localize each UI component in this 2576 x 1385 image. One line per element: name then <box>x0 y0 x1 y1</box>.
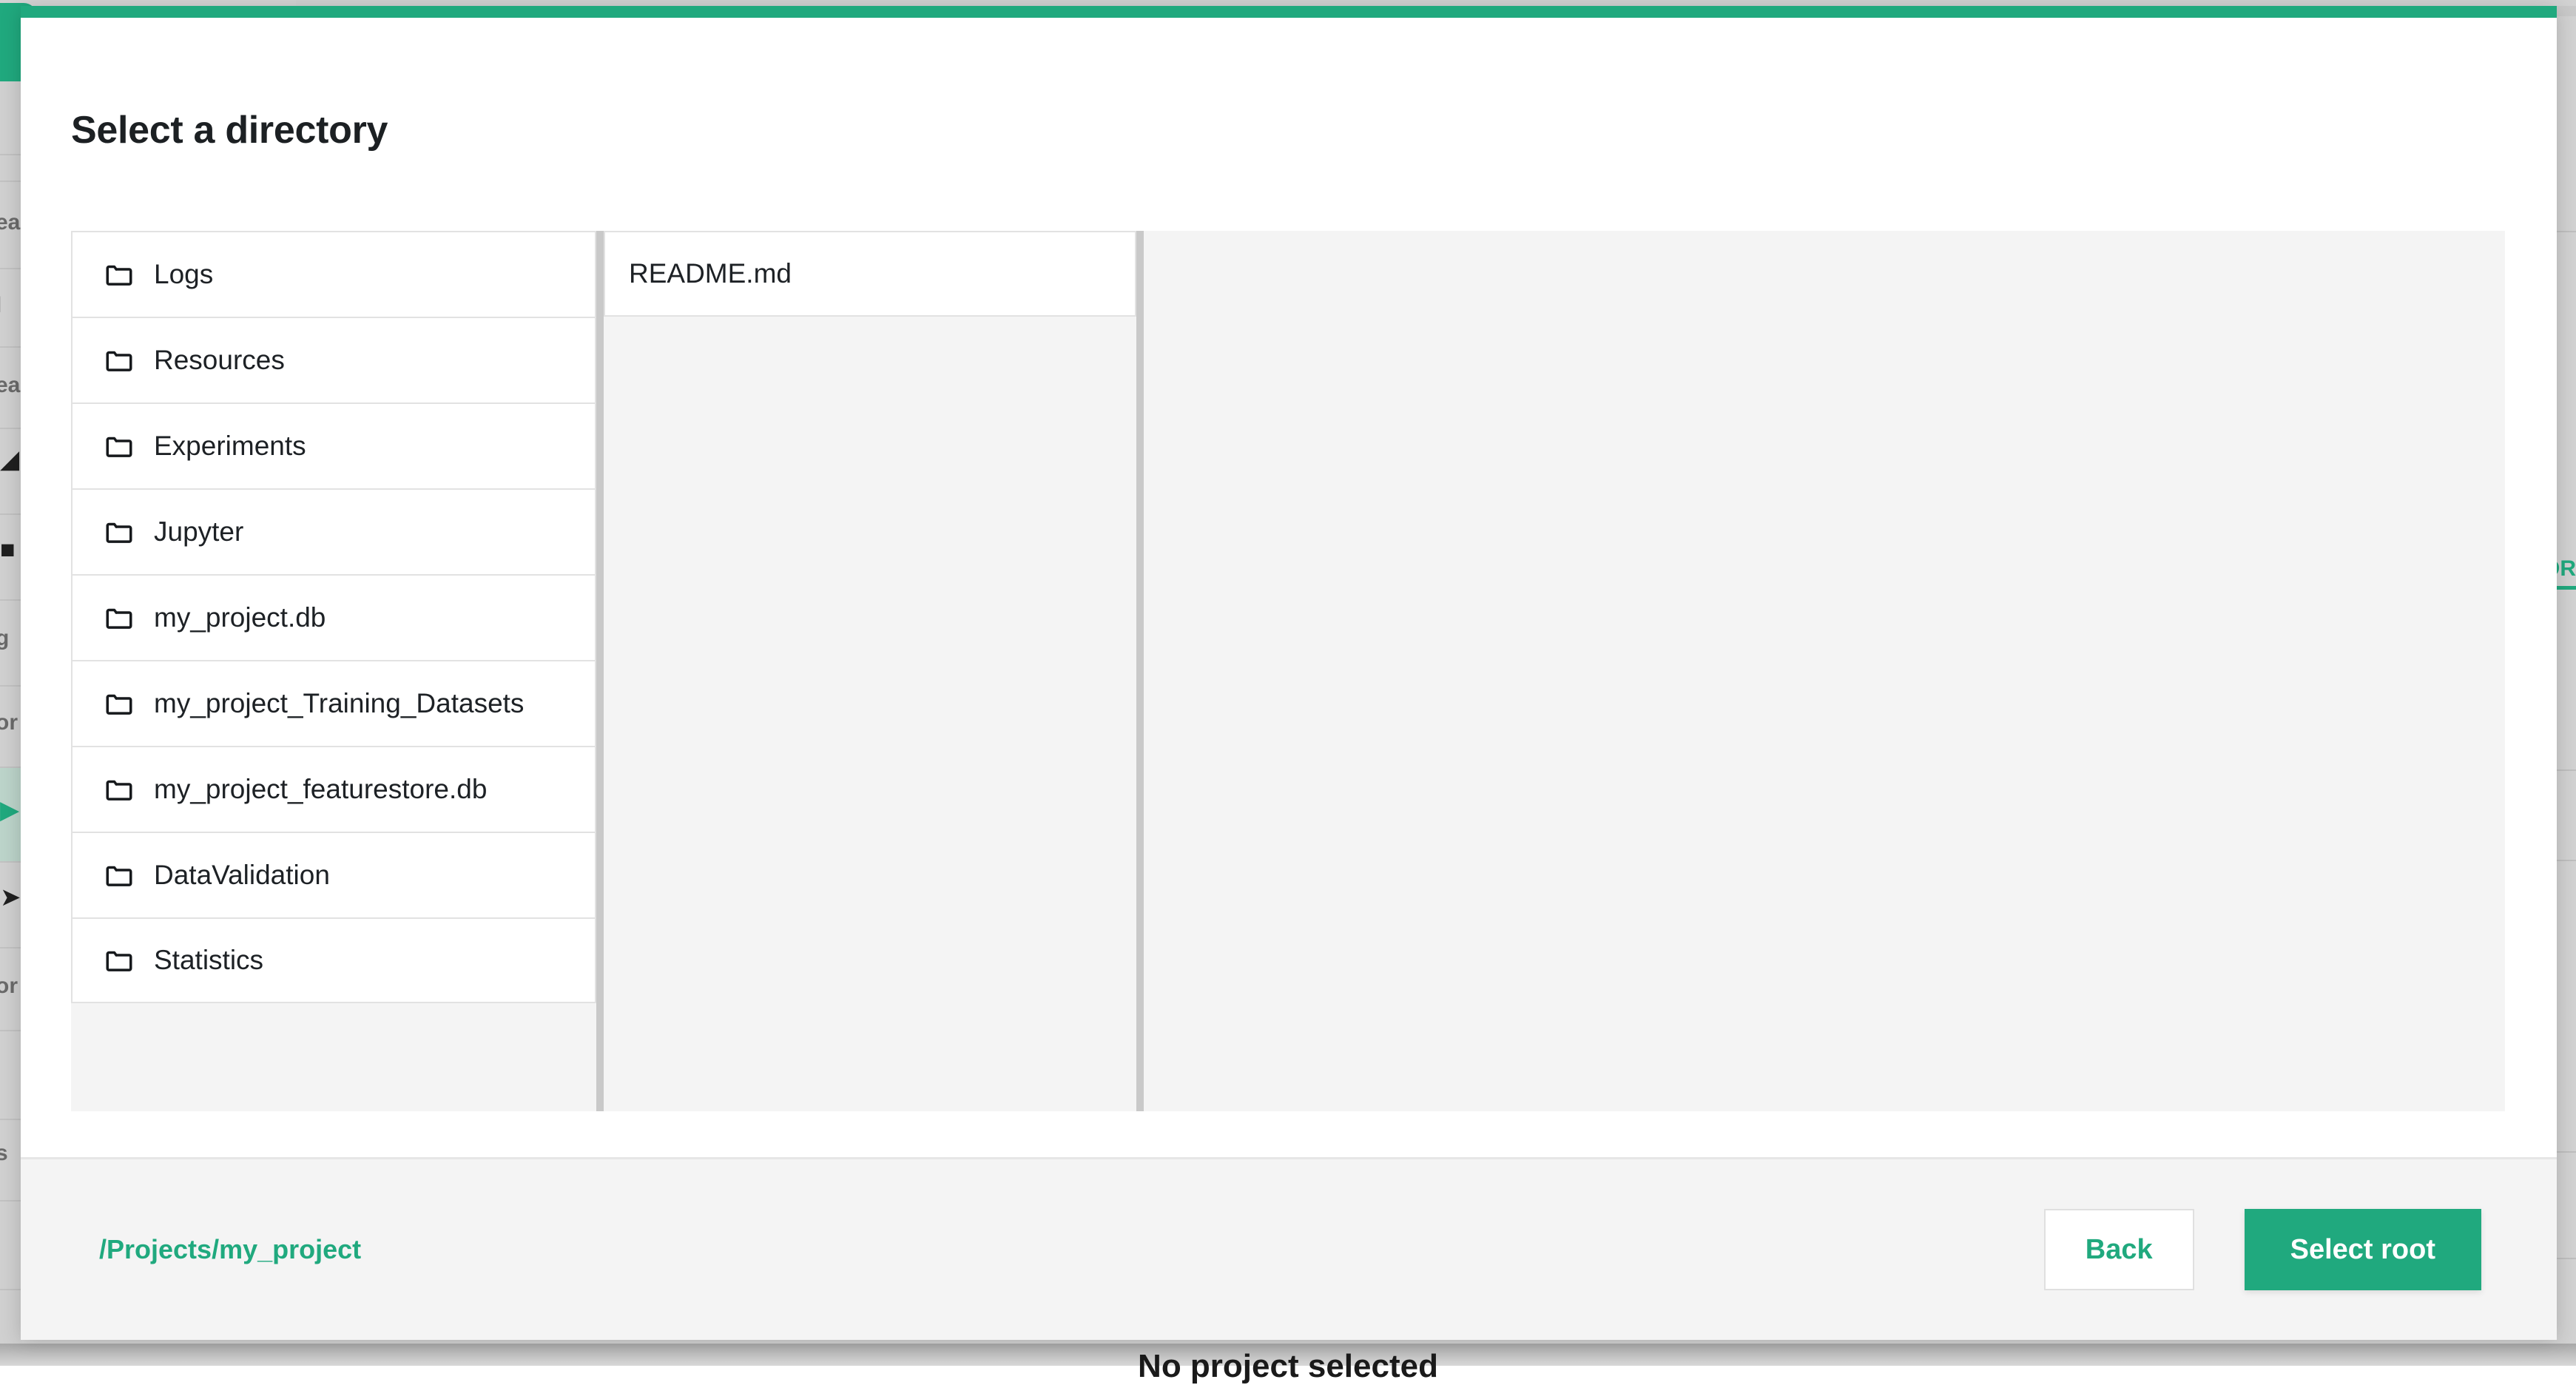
background-sidebar-row: l <box>0 269 22 348</box>
directory-name: DataValidation <box>154 860 330 890</box>
folder-icon <box>104 259 154 290</box>
background-sidebar-row <box>0 81 22 155</box>
directory-name: Resources <box>154 345 285 375</box>
background-sidebar-fragment: g <box>0 627 9 650</box>
directory-row[interactable]: Jupyter <box>71 488 596 574</box>
background-sidebar-row: ea <box>0 348 22 429</box>
folder-icon <box>104 860 154 891</box>
column-divider <box>596 231 604 1111</box>
background-sidebar-row: g <box>0 601 22 687</box>
folder-icon <box>104 516 154 547</box>
directory-row[interactable]: my_project_featurestore.db <box>71 746 596 832</box>
directory-row[interactable]: Logs <box>71 231 596 317</box>
background-sidebar-fragment: ea <box>0 373 21 397</box>
background-bottom-heading: No project selected <box>1138 1348 1438 1384</box>
background-sidebar-fragment: ea <box>0 210 21 235</box>
background-sidebar-fragment: l <box>0 294 1 317</box>
background-sidebar-row: ea <box>0 182 22 269</box>
background-sidebar-row <box>0 155 22 182</box>
current-path: /Projects/my_project <box>99 1234 362 1264</box>
file-column: README.md <box>604 231 1136 1111</box>
background-sidebar-row <box>0 1031 22 1120</box>
background-sidebar-row <box>0 1202 22 1290</box>
background-sidebar-fragment: s <box>0 1142 8 1165</box>
file-name: README.md <box>629 258 792 289</box>
background-triangle-icon: ◢ <box>0 447 20 472</box>
directory-row[interactable]: Statistics <box>71 917 596 1003</box>
directory-name: Jupyter <box>154 516 244 547</box>
dialog-accent-bar <box>21 6 2557 18</box>
folder-icon <box>104 945 154 976</box>
back-button[interactable]: Back <box>2043 1209 2194 1290</box>
select-directory-dialog: Select a directory Logs Resources Experime… <box>21 6 2557 1340</box>
preview-column <box>1144 231 2505 1111</box>
select-root-button[interactable]: Select root <box>2244 1209 2481 1290</box>
directory-row[interactable]: Experiments <box>71 402 596 488</box>
directory-column: Logs Resources Experiments Jupyter my_projec… <box>71 231 596 1111</box>
page-title: Select a directory <box>71 109 388 152</box>
background-arrow-icon: ➤ <box>0 885 21 910</box>
background-sidebar-row <box>0 429 22 515</box>
directory-row[interactable]: DataValidation <box>71 832 596 917</box>
footer-actions: Back Select root <box>2043 1209 2481 1290</box>
directory-name: Logs <box>154 259 214 289</box>
background-sidebar-fragment: or <box>0 974 18 998</box>
background-sidebar-fragment: or <box>0 710 18 735</box>
directory-name: my_project_Training_Datasets <box>154 688 525 718</box>
folder-icon <box>104 602 154 633</box>
directory-name: Statistics <box>154 945 264 975</box>
folder-icon <box>104 688 154 719</box>
background-square-icon: ■ <box>0 537 16 562</box>
directory-row[interactable]: Resources <box>71 317 596 402</box>
background-bottom-strip: No project selected <box>0 1344 2576 1384</box>
directory-name: my_project_featurestore.db <box>154 774 488 804</box>
background-play-icon: ▶ <box>0 798 20 823</box>
directory-name: Experiments <box>154 431 306 461</box>
column-divider <box>1136 231 1144 1111</box>
folder-icon <box>104 431 154 462</box>
folder-icon <box>104 774 154 805</box>
file-row[interactable]: README.md <box>604 231 1136 317</box>
directory-row[interactable]: my_project.db <box>71 574 596 660</box>
folder-icon <box>104 345 154 376</box>
directory-name: my_project.db <box>154 602 326 633</box>
dialog-body: Select a directory Logs Resources Experime… <box>21 18 2557 1157</box>
background-sidebar-row: s <box>0 1120 22 1202</box>
dialog-footer: /Projects/my_project Back Select root <box>21 1157 2557 1340</box>
background-sidebar-row: or <box>0 687 22 768</box>
directory-browser: Logs Resources Experiments Jupyter my_projec… <box>71 231 2505 1111</box>
background-sidebar-row: or <box>0 948 22 1031</box>
directory-row[interactable]: my_project_Training_Datasets <box>71 660 596 746</box>
